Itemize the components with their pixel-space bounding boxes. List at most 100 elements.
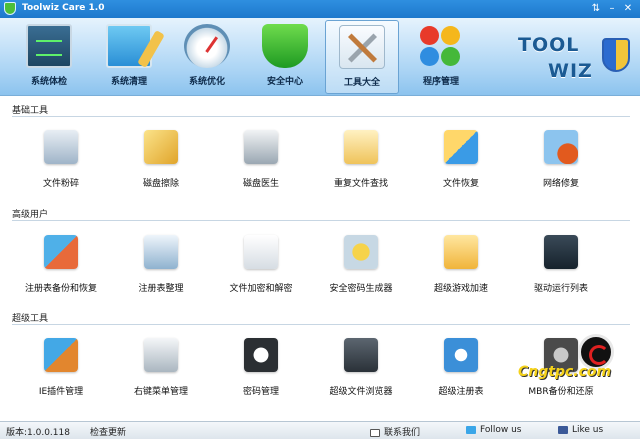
disk-wipe-icon [144, 130, 178, 164]
tool-label: 网络修复 [542, 179, 579, 189]
game-booster-icon [444, 235, 478, 269]
like-label: Like us [572, 425, 604, 435]
tool-label: IE插件管理 [38, 387, 84, 397]
nav-system-clean[interactable]: 系统清理 [92, 20, 166, 94]
status-bar: 版本:1.0.0.118 检查更新 联系我们 Follow us Like us [0, 421, 640, 439]
tool-file-recovery[interactable]: 文件恢复 [416, 130, 506, 189]
contact-label: 联系我们 [384, 428, 421, 438]
tool-disk-doctor[interactable]: 磁盘医生 [216, 130, 306, 189]
section-title-advanced: 高级用户 [12, 210, 49, 220]
tool-label: 文件加密和解密 [229, 284, 293, 294]
tool-file-browser[interactable]: 超级文件浏览器 [316, 338, 406, 397]
brand-text: WIZ [548, 60, 593, 82]
nav-label: 安全中心 [266, 77, 303, 87]
nav-label: 系统优化 [188, 77, 225, 87]
brand-logo: TOOL WIZ [514, 32, 632, 90]
tool-file-shredder[interactable]: 文件粉碎 [16, 130, 106, 189]
context-menu-icon [144, 338, 178, 372]
tool-driver-list[interactable]: 驱动运行列表 [516, 235, 606, 294]
gauge-icon [184, 24, 230, 68]
registry-defrag-icon [144, 235, 178, 269]
nav-tools[interactable]: 工具大全 [325, 20, 399, 94]
tool-label: 超级文件浏览器 [329, 387, 393, 397]
nav-label: 程序管理 [422, 77, 459, 87]
follow-us-link[interactable]: Follow us [466, 425, 521, 435]
mail-icon [370, 428, 380, 437]
watermark: Cngtpc.com [518, 334, 630, 390]
tool-label: 超级注册表 [438, 387, 484, 397]
like-us-link[interactable]: Like us [558, 425, 603, 435]
file-encrypt-icon [244, 235, 278, 269]
tools-icon [339, 25, 385, 69]
tool-label: 超级游戏加速 [433, 284, 488, 294]
section-title-super: 超级工具 [12, 314, 49, 324]
disk-doctor-icon [244, 130, 278, 164]
brand-text: TOOL [518, 34, 580, 56]
title-bar: Toolwiz Care 1.0 ⇅ – ✕ [0, 0, 640, 18]
twitter-icon [466, 425, 476, 434]
section-divider [12, 220, 630, 221]
check-update-link[interactable]: 检查更新 [90, 425, 126, 438]
nav-label: 系统清理 [110, 77, 147, 87]
follow-label: Follow us [480, 425, 522, 435]
tool-label: 安全密码生成器 [329, 284, 393, 294]
file-recovery-icon [444, 130, 478, 164]
nav-security-center[interactable]: 安全中心 [248, 20, 322, 94]
password-generator-icon [344, 235, 378, 269]
tool-game-booster[interactable]: 超级游戏加速 [416, 235, 506, 294]
tool-registry-defrag[interactable]: 注册表整理 [116, 235, 206, 294]
version-text: 版本:1.0.0.118 [6, 428, 70, 438]
tool-network-repair[interactable]: 网络修复 [516, 130, 606, 189]
driver-list-icon [544, 235, 578, 269]
brand-shield-icon [602, 38, 630, 72]
tool-password-manager[interactable]: 密码管理 [216, 338, 306, 397]
registry-backup-icon [44, 235, 78, 269]
watermark-text: Cngtpc.com [518, 364, 612, 380]
file-browser-icon [344, 338, 378, 372]
contact-us-link[interactable]: 联系我们 [370, 425, 420, 438]
tool-label: 磁盘医生 [242, 179, 279, 189]
ie-plugin-icon [44, 338, 78, 372]
monitor-icon [26, 24, 72, 68]
nav-program-management[interactable]: 程序管理 [404, 20, 478, 94]
tool-ie-plugin[interactable]: IE插件管理 [16, 338, 106, 397]
network-repair-icon [544, 130, 578, 164]
tool-disk-wipe[interactable]: 磁盘擦除 [116, 130, 206, 189]
nav-label: 系统体检 [30, 77, 67, 87]
password-manager-icon [244, 338, 278, 372]
duplicate-finder-icon [344, 130, 378, 164]
minimize-button[interactable]: – [604, 1, 620, 16]
tool-label: 文件粉碎 [42, 179, 79, 189]
nav-system-checkup[interactable]: 系统体检 [12, 20, 86, 94]
section-title-basic: 基础工具 [12, 106, 49, 116]
tool-duplicate-finder[interactable]: 重复文件查找 [316, 130, 406, 189]
window-title: Toolwiz Care 1.0 [22, 3, 105, 13]
settings-icon[interactable]: ⇅ [588, 1, 604, 16]
tool-super-registry[interactable]: 超级注册表 [416, 338, 506, 397]
close-button[interactable]: ✕ [620, 1, 636, 16]
tool-label: 密码管理 [242, 387, 279, 397]
app-logo-icon [4, 2, 16, 15]
main-nav: 系统体检 系统清理 系统优化 安全中心 工具大全 程序管理 TOOL WIZ [0, 18, 640, 96]
tool-label: 文件恢复 [442, 179, 479, 189]
shield-icon [262, 24, 308, 68]
nav-label: 工具大全 [343, 78, 380, 88]
tool-context-menu[interactable]: 右键菜单管理 [116, 338, 206, 397]
section-divider [12, 116, 630, 117]
clean-icon [106, 24, 152, 68]
tool-label: 重复文件查找 [333, 179, 388, 189]
facebook-icon [558, 425, 568, 434]
tool-file-encrypt[interactable]: 文件加密和解密 [216, 235, 306, 294]
tool-label: 驱动运行列表 [533, 284, 588, 294]
tool-label: 右键菜单管理 [133, 387, 188, 397]
tool-label: 磁盘擦除 [142, 179, 179, 189]
shredder-icon [44, 130, 78, 164]
apps-icon [418, 24, 464, 68]
super-registry-icon [444, 338, 478, 372]
tool-label: 注册表备份和恢复 [24, 284, 97, 294]
tool-registry-backup[interactable]: 注册表备份和恢复 [16, 235, 106, 294]
tool-password-generator[interactable]: 安全密码生成器 [316, 235, 406, 294]
nav-system-optimize[interactable]: 系统优化 [170, 20, 244, 94]
section-divider [12, 324, 630, 325]
tool-label: 注册表整理 [138, 284, 184, 294]
